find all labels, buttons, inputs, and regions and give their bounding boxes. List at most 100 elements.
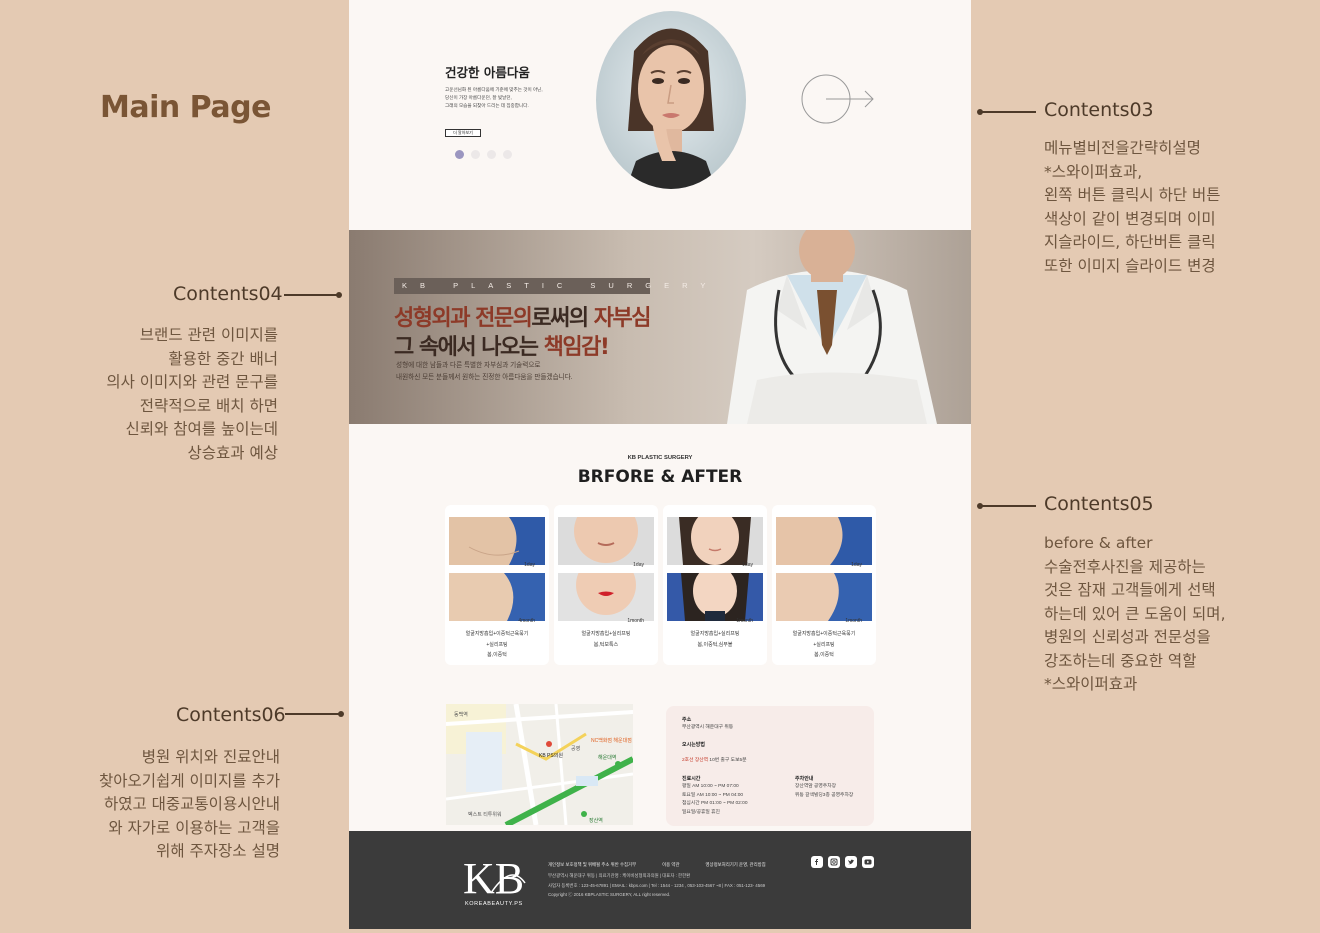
brand-banner: KB PLASTIC SURGERY 성형외과 전문의로써의 자부심 그 속에서… bbox=[349, 230, 971, 424]
banner-tag: KB PLASTIC SURGERY bbox=[394, 278, 705, 294]
hero-portrait-image bbox=[596, 11, 746, 189]
before-after-card-4[interactable]: 1day 1month 얼굴지방흡입+이중턱근육묶기 +실리프팅 봄,이중턱 bbox=[772, 505, 876, 665]
route-title: 오시는방법 bbox=[682, 742, 706, 748]
contents05-title: Contents05 bbox=[1044, 493, 1154, 515]
map-label-nc-department-store: NC백화점 해운대점 bbox=[591, 737, 632, 744]
contents03-marker-line bbox=[980, 111, 1036, 113]
before-label: 1day bbox=[851, 562, 862, 568]
before-after-slider: 1day 4month 얼굴지방흡입+이중턱근육묶기 +실리프팅 봄,이중턱 1… bbox=[445, 505, 876, 665]
contents04-description: 브랜드 관련 이미지를 활용한 중간 배너 의사 이미지와 관련 문구를 전략적… bbox=[106, 326, 278, 462]
after-label: 1month bbox=[736, 618, 753, 624]
hours-text: 평일 AM 10:00 ~ PM 07:00 토요일 AM 10:00 ~ PM… bbox=[682, 784, 748, 815]
contents04-marker-dot bbox=[336, 292, 342, 298]
footer-copyright: Copyright ⓒ 2016 KBPLASTIC SURGERY, ALL … bbox=[548, 892, 671, 897]
parking-text: 장산역앞 공영주차장 위동 갈색빌딩3층 공영주차장 bbox=[795, 784, 854, 798]
hero-dot-1[interactable] bbox=[455, 150, 464, 159]
after-photo bbox=[667, 573, 763, 621]
banner-highlight-2: 자부심 bbox=[593, 306, 652, 331]
location-map[interactable]: KB PS의원 해운대역 장산역 NC백화점 해운대점 공영 동백역 벡스트 티… bbox=[446, 704, 633, 825]
footer-link-terms[interactable]: 이용 약관 bbox=[662, 862, 679, 868]
before-after-card-1[interactable]: 1day 4month 얼굴지방흡입+이중턱근육묶기 +실리프팅 봄,이중턱 bbox=[445, 505, 549, 665]
site-footer: KB KOREABEAUTY.PS 개인정보 보호정책 및 위배될 주소 위반 … bbox=[349, 831, 971, 929]
procedure-description: 얼굴지방흡입+실리프팅 봄,턱보톡스 bbox=[581, 631, 631, 648]
route-highlight: 2호선 장산역 bbox=[682, 757, 709, 763]
before-label: 1day bbox=[524, 562, 535, 568]
before-after-title: BRFORE & AFTER bbox=[577, 467, 743, 487]
facebook-icon[interactable] bbox=[811, 856, 823, 868]
footer-brand: KOREABEAUTY.PS bbox=[465, 901, 523, 907]
contents03-title: Contents03 bbox=[1044, 99, 1154, 121]
before-after-card-2[interactable]: 1day 1month 얼굴지방흡입+실리프팅 봄,턱보톡스 bbox=[554, 505, 658, 665]
contents03-description: 메뉴별비전을간략히설명 *스와이퍼효과, 왼쪽 버튼 클릭시 하단 버튼 색상이… bbox=[1044, 139, 1221, 275]
main-page-title: Main Page bbox=[100, 90, 271, 125]
map-label-haeundae-station: 해운대역 bbox=[598, 754, 616, 761]
contents04-title: Contents04 bbox=[173, 283, 283, 305]
banner-text-2: 그 속에서 나오는 bbox=[394, 335, 544, 360]
procedure-description: 얼굴지방흡입+실리프팅 봄,이중턱,심부볼 bbox=[690, 631, 740, 648]
map-label-bexco: 벡스트 티투위워 bbox=[468, 811, 502, 818]
banner-text-1: 로써의 bbox=[531, 306, 594, 331]
contents04-marker-line bbox=[284, 294, 339, 296]
after-label: 4month bbox=[518, 618, 535, 624]
doctor-image bbox=[687, 230, 971, 424]
contents06-marker-line bbox=[285, 713, 340, 715]
footer-logo-text: KB bbox=[463, 854, 524, 901]
footer-company-info: 부산광역시 해운대구 위동 | 의료기관명 : 케이비성형외과의원 | 대표자 … bbox=[548, 873, 691, 878]
hours-title: 진료시간 bbox=[682, 776, 701, 782]
before-label: 1day bbox=[633, 562, 644, 568]
route-detail: 10번 출구 도보5분 bbox=[708, 757, 747, 763]
hero-next-arrow-icon[interactable] bbox=[801, 72, 877, 133]
before-photo bbox=[449, 517, 545, 565]
hero-dot-2[interactable] bbox=[471, 150, 480, 159]
before-after-kicker: KB PLASTIC SURGERY bbox=[627, 455, 693, 461]
address-title: 주소 bbox=[682, 717, 692, 723]
before-photo bbox=[558, 517, 654, 565]
contents05-marker-line bbox=[980, 505, 1036, 507]
banner-highlight-1: 성형외과 전문의 bbox=[394, 306, 533, 331]
before-photo bbox=[667, 517, 763, 565]
route-text: 2호선 장산역 10번 출구 도보5분 bbox=[682, 748, 747, 765]
website-mockup: 건강한 아름다움 고운선님화 된 아름다움에 기준에 맞추는 것이 아닌, 당신… bbox=[349, 0, 971, 929]
address-text: 부산광역시 해운대구 위등 bbox=[682, 725, 734, 730]
clinic-info-card: 주소 부산광역시 해운대구 위등 오시는방법 2호선 장산역 10번 출구 도보… bbox=[666, 706, 874, 826]
instagram-icon[interactable] bbox=[828, 856, 840, 868]
hero-slider: 건강한 아름다움 고운선님화 된 아름다움에 기준에 맞추는 것이 아닌, 당신… bbox=[349, 0, 971, 230]
after-photo bbox=[449, 573, 545, 621]
hero-pagination bbox=[455, 150, 512, 159]
contents06-title: Contents06 bbox=[176, 704, 286, 726]
hero-more-button[interactable]: 더 알아보기 bbox=[445, 129, 481, 137]
banner-headline-line1: 성형외과 전문의로써의 자부심 bbox=[394, 300, 652, 332]
hero-heading: 건강한 아름다움 bbox=[445, 65, 530, 80]
hero-body-text: 고운선님화 된 아름다움에 기준에 맞추는 것이 아닌, 당신이 가장 아름다운… bbox=[445, 87, 543, 108]
banner-subtext: 성형에 대한 남들과 다른 특별한 자부심과 기술력으로 내원하신 모든 분들께… bbox=[396, 362, 573, 381]
after-label: 1month bbox=[845, 618, 862, 624]
footer-social-links bbox=[811, 856, 874, 868]
footer-links: 개인정보 보호정책 및 위배될 주소 위반 수집거부 이용 약관 영상정보처리기… bbox=[548, 862, 766, 868]
hero-dot-4[interactable] bbox=[503, 150, 512, 159]
youtube-icon[interactable] bbox=[862, 856, 874, 868]
procedure-description: 얼굴지방흡입+이중턱근육묶기 +실리프팅 봄,이중턱 bbox=[465, 631, 529, 658]
procedure-description: 얼굴지방흡입+이중턱근육묶기 +실리프팅 봄,이중턱 bbox=[792, 631, 856, 658]
contents06-description: 병원 위치와 진료안내 찾아오기쉽게 이미지를 추가 하였고 대중교통이용시안내… bbox=[99, 748, 280, 860]
after-label: 1month bbox=[627, 618, 644, 624]
kb-logo-icon[interactable]: KB bbox=[461, 853, 531, 906]
before-after-card-3[interactable]: 1day 1month 얼굴지방흡입+실리프팅 봄,이중턱,심부볼 bbox=[663, 505, 767, 665]
hero-dot-3[interactable] bbox=[487, 150, 496, 159]
map-label-public-parking: 공영 bbox=[571, 745, 580, 752]
banner-headline-line2: 그 속에서 나오는 책임감! bbox=[394, 329, 610, 361]
after-photo bbox=[776, 573, 872, 621]
before-photo bbox=[776, 517, 872, 565]
twitter-icon[interactable] bbox=[845, 856, 857, 868]
banner-highlight-3: 책임감! bbox=[543, 335, 610, 360]
contents06-marker-dot bbox=[338, 711, 344, 717]
map-label-dongbaek-station: 동백역 bbox=[454, 711, 468, 718]
map-label-jangsan-station: 장산역 bbox=[589, 817, 603, 824]
after-photo bbox=[558, 573, 654, 621]
map-label-clinic: KB PS의원 bbox=[539, 752, 563, 759]
before-label: 1day bbox=[742, 562, 753, 568]
contents05-description: before & after 수술전후사진을 제공하는 것은 잠재 고객들에게 … bbox=[1044, 534, 1226, 693]
footer-contact-info: 사업자 등록번호 : 123-45-67891 | EMAIL : kbps.c… bbox=[548, 883, 766, 888]
footer-link-cctv-policy[interactable]: 영상정보처리기기 운영, 관리방침 bbox=[706, 862, 766, 868]
footer-link-privacy[interactable]: 개인정보 보호정책 및 위배될 주소 위반 수집거부 bbox=[548, 862, 636, 868]
parking-title: 주차안내 bbox=[795, 776, 814, 782]
